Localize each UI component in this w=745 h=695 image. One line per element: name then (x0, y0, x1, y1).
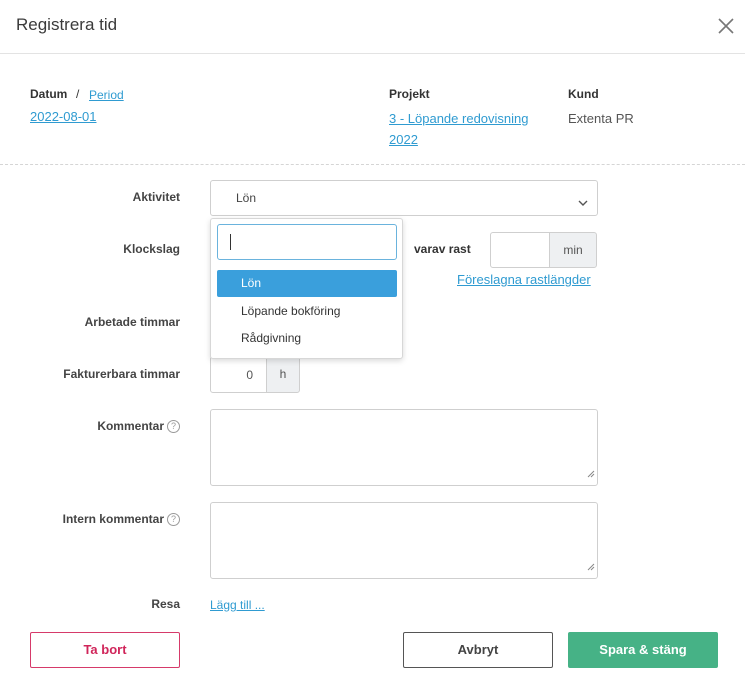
klockslag-label: Klockslag (123, 242, 180, 256)
dropdown-option-lopande-bokforing[interactable]: Löpande bokföring (217, 298, 397, 325)
projekt-link-line1[interactable]: 3 - Löpande redovisning (389, 111, 529, 126)
arbetade-timmar-label: Arbetade timmar (84, 315, 180, 329)
rast-input[interactable] (490, 232, 550, 268)
aktivitet-label: Aktivitet (132, 190, 180, 204)
chevron-down-icon (578, 194, 588, 212)
dropdown-search-input[interactable] (217, 224, 397, 260)
section-divider (0, 164, 745, 165)
fakturerbara-input[interactable]: 0 (210, 356, 267, 393)
cancel-button[interactable]: Avbryt (403, 632, 553, 668)
dropdown-option-radgivning[interactable]: Rådgivning (217, 325, 397, 352)
resize-grip-icon[interactable] (587, 465, 595, 483)
aktivitet-dropdown: Lön Löpande bokföring Rådgivning (210, 218, 403, 359)
datum-label: Datum (30, 87, 68, 101)
intern-kommentar-label: Intern kommentar? (10, 512, 180, 526)
kund-label: Kund (568, 87, 599, 101)
hours-unit: h (266, 356, 300, 393)
projekt-link-line2[interactable]: 2022 (389, 132, 418, 147)
date-link[interactable]: 2022-08-01 (30, 109, 97, 124)
text-caret (230, 234, 231, 250)
projekt-label: Projekt (389, 87, 430, 101)
kund-value: Extenta PR (568, 111, 634, 126)
aktivitet-select[interactable]: Lön (210, 180, 598, 216)
resa-label: Resa (151, 597, 180, 611)
aktivitet-value: Lön (236, 191, 257, 205)
delete-button[interactable]: Ta bort (30, 632, 180, 668)
help-icon[interactable]: ? (167, 420, 180, 433)
foreslagna-rastlangder-link[interactable]: Föreslagna rastlängder (457, 272, 591, 287)
varav-rast-label: varav rast (414, 242, 471, 256)
fakturerbara-timmar-label: Fakturerbara timmar (63, 367, 180, 381)
dropdown-option-lon[interactable]: Lön (217, 270, 397, 297)
help-icon[interactable]: ? (167, 513, 180, 526)
period-link[interactable]: Period (89, 88, 124, 102)
kommentar-textarea[interactable] (210, 409, 598, 486)
intern-kommentar-label-text: Intern kommentar (62, 512, 164, 526)
resize-grip-icon[interactable] (587, 558, 595, 576)
rast-unit: min (549, 232, 597, 268)
modal-title: Registrera tid (16, 15, 118, 34)
kommentar-label: Kommentar? (10, 419, 180, 433)
datum-separator: / (76, 87, 80, 101)
close-icon[interactable] (716, 16, 736, 36)
kommentar-label-text: Kommentar (97, 419, 164, 433)
save-close-button[interactable]: Spara & stäng (568, 632, 718, 668)
lagg-till-link[interactable]: Lägg till ... (210, 598, 265, 612)
intern-kommentar-textarea[interactable] (210, 502, 598, 579)
